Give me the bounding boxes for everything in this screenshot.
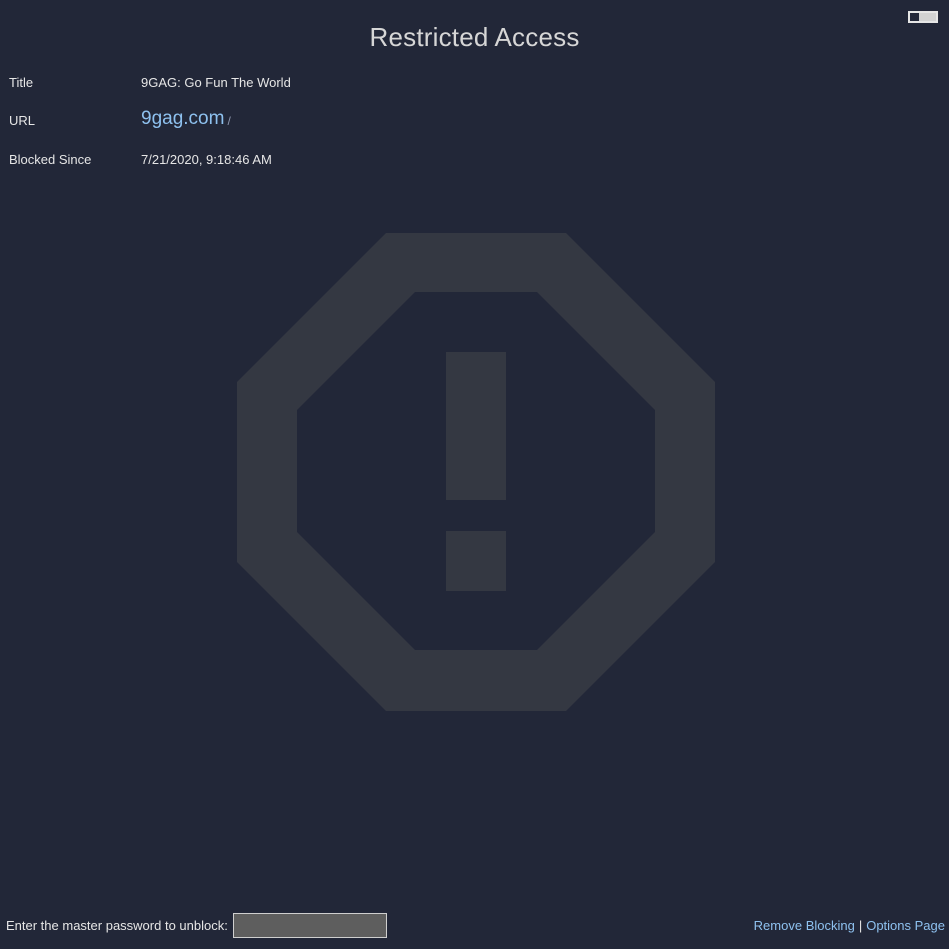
title-value: 9GAG: Go Fun The World	[141, 75, 291, 90]
blocked-page: Restricted Access Title 9GAG: Go Fun The…	[0, 0, 949, 949]
url-host-link[interactable]: 9gag.com	[141, 108, 224, 129]
remove-blocking-link[interactable]: Remove Blocking	[754, 918, 855, 933]
unblock-form: Enter the master password to unblock:	[6, 912, 387, 939]
toggle-knob	[919, 13, 936, 21]
blocked-since-label: Blocked Since	[9, 152, 92, 167]
stop-warning-icon	[237, 233, 715, 711]
title-label: Title	[9, 75, 34, 90]
link-separator: |	[858, 918, 863, 933]
password-prompt: Enter the master password to unblock:	[6, 918, 228, 933]
url-label: URL	[9, 113, 36, 128]
options-page-link[interactable]: Options Page	[866, 918, 945, 933]
footer-links: Remove Blocking | Options Page	[754, 918, 945, 933]
blocked-since-value: 7/21/2020, 9:18:46 AM	[141, 152, 272, 167]
url-path: /	[227, 114, 231, 128]
page-title: Restricted Access	[369, 22, 580, 52]
master-password-input[interactable]	[232, 913, 387, 938]
url-value: 9gag.com /	[141, 108, 231, 135]
